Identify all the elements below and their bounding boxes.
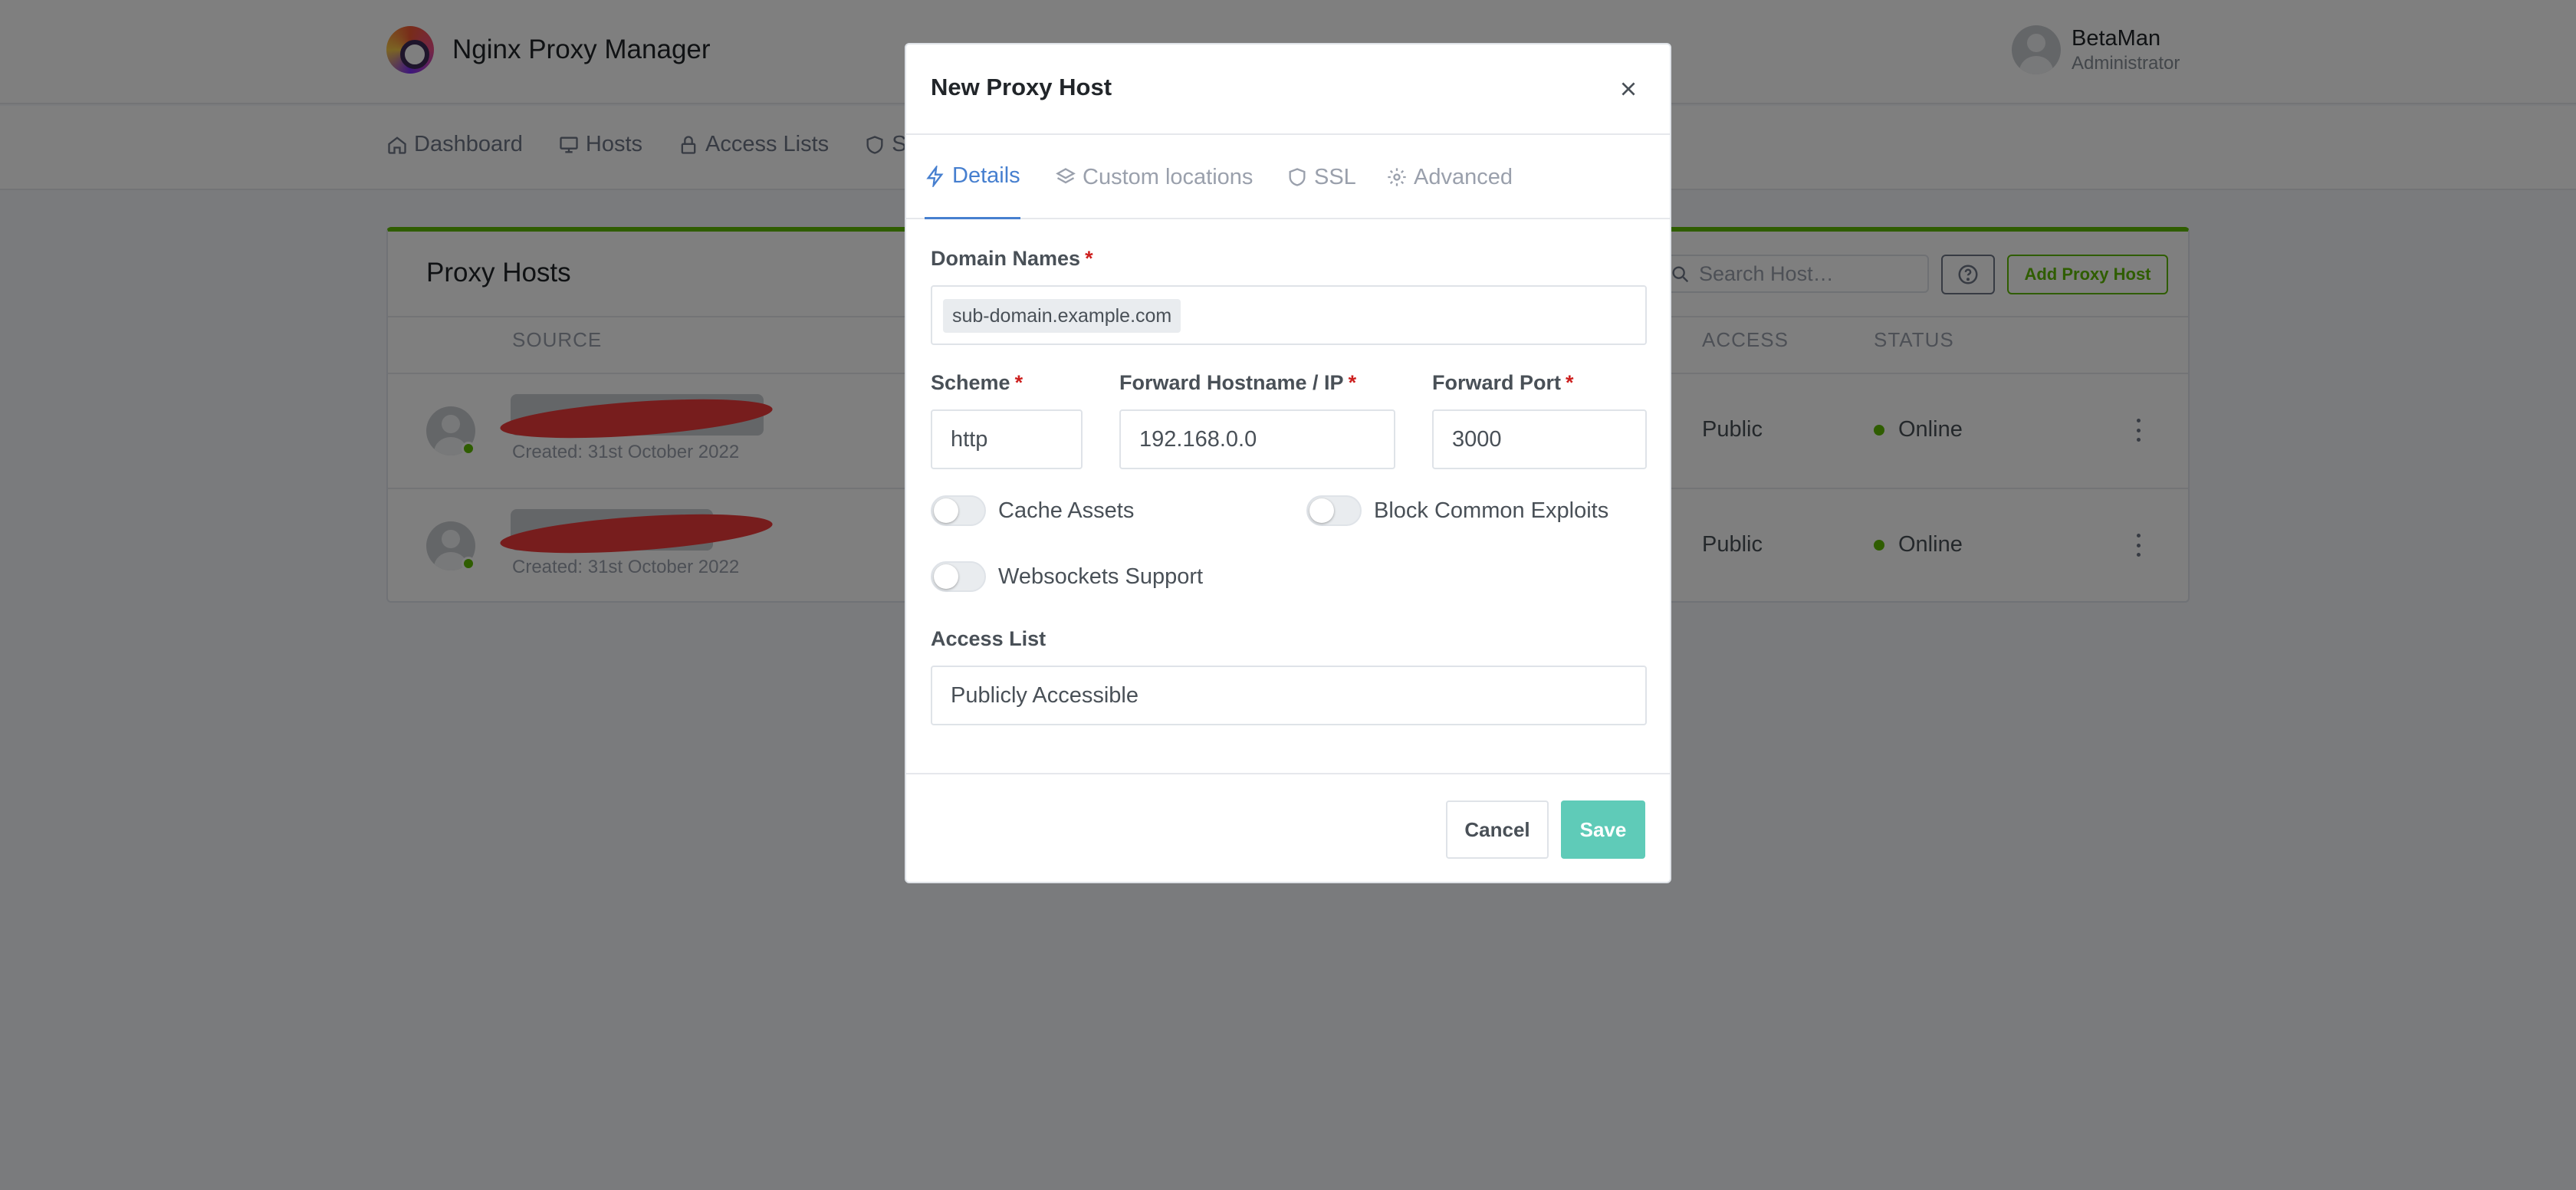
tab-label: Custom locations: [1083, 164, 1254, 189]
access-list-label: Access List: [931, 627, 1046, 650]
modal-title: New Proxy Host: [931, 74, 1112, 100]
modal-tabs: Details Custom locations SSL Advanced: [906, 135, 1670, 219]
save-button[interactable]: Save: [1561, 800, 1645, 859]
tab-custom-locations[interactable]: Custom locations: [1055, 135, 1253, 219]
scheme-field[interactable]: [931, 409, 1083, 469]
close-button[interactable]: [1613, 74, 1644, 104]
gear-icon: [1388, 168, 1406, 186]
websockets-toggle[interactable]: Websockets Support: [931, 561, 1203, 592]
tab-advanced[interactable]: Advanced: [1386, 135, 1513, 219]
modal-header: New Proxy Host: [906, 44, 1670, 135]
access-list-select[interactable]: [931, 666, 1647, 725]
forward-port-field[interactable]: [1432, 409, 1647, 469]
toggle-label: Websockets Support: [998, 564, 1204, 589]
tab-ssl[interactable]: SSL: [1286, 135, 1356, 219]
toggle-switch[interactable]: [1306, 495, 1362, 526]
domain-tag[interactable]: sub-domain.example.com: [943, 299, 1181, 333]
toggle-label: Cache Assets: [998, 498, 1135, 523]
layers-icon: [1056, 168, 1076, 184]
tab-label: Advanced: [1414, 164, 1513, 189]
tab-label: Details: [952, 163, 1020, 188]
tab-details[interactable]: Details: [925, 135, 1020, 219]
toggle-label: Block Common Exploits: [1374, 498, 1609, 523]
domain-names-label: Domain Names *: [931, 247, 1093, 270]
scheme-input[interactable]: [932, 411, 1081, 468]
cancel-button[interactable]: Cancel: [1446, 800, 1549, 859]
forward-hostname-field[interactable]: [1119, 409, 1395, 469]
forward-hostname-label: Forward Hostname / IP *: [1119, 371, 1357, 394]
scheme-label: Scheme *: [931, 371, 1024, 394]
forward-hostname-input[interactable]: [1121, 411, 1394, 468]
domain-names-field[interactable]: sub-domain.example.com: [931, 285, 1647, 345]
close-icon: [1622, 82, 1635, 96]
forward-port-input[interactable]: [1434, 411, 1645, 468]
modal-footer: Cancel Save: [906, 773, 1670, 883]
access-list-input[interactable]: [932, 667, 1645, 724]
cache-assets-toggle[interactable]: Cache Assets: [931, 495, 1134, 526]
tab-label: SSL: [1314, 164, 1356, 189]
shield-icon: [1289, 168, 1306, 186]
forward-port-label: Forward Port *: [1432, 371, 1574, 394]
toggle-switch[interactable]: [931, 561, 986, 592]
block-exploits-toggle[interactable]: Block Common Exploits: [1306, 495, 1608, 526]
new-proxy-host-modal: New Proxy Host Details Custom locations …: [905, 43, 1671, 883]
toggle-switch[interactable]: [931, 495, 986, 526]
bolt-icon: [926, 165, 944, 187]
